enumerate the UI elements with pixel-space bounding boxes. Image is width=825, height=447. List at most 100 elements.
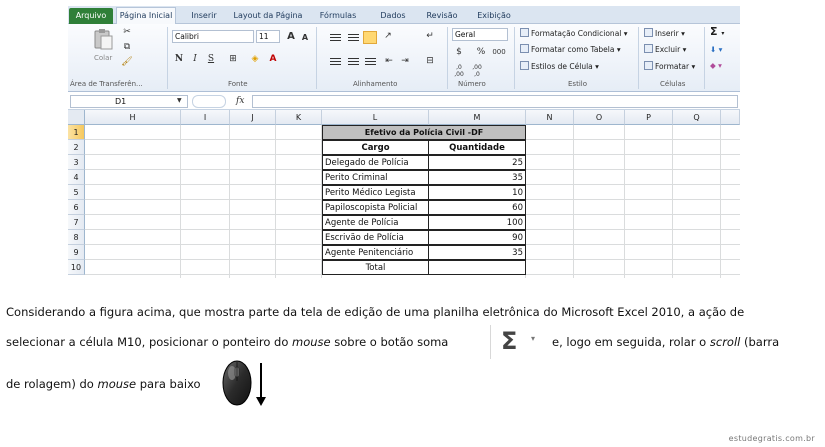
underline-button[interactable]: S xyxy=(204,53,218,66)
table-cell-cargo[interactable]: Escrivão de Polícia xyxy=(322,230,429,245)
currency-button[interactable]: $ xyxy=(452,46,466,59)
chevron-down-icon[interactable]: ▼ xyxy=(177,96,182,106)
column-header-i[interactable]: I xyxy=(181,110,230,125)
align-right-icon[interactable] xyxy=(365,58,376,67)
formula-bar-expander[interactable] xyxy=(192,95,226,108)
format-cells-label: Formatar xyxy=(655,62,690,71)
tab-formulas[interactable]: Fórmulas xyxy=(314,9,362,24)
column-header-l[interactable]: L xyxy=(322,110,429,125)
tab-dados[interactable]: Dados xyxy=(373,9,413,24)
tab-layout-da-pagina[interactable]: Layout da Página xyxy=(230,9,306,24)
group-divider xyxy=(316,27,317,89)
format-cells-button[interactable]: Formatar ▾ xyxy=(644,61,695,73)
bold-button[interactable]: N xyxy=(172,53,186,66)
cell-styles-button[interactable]: Estilos de Célula ▾ xyxy=(520,61,599,73)
row-header-3[interactable]: 3 xyxy=(68,155,85,170)
table-cell-quantidade[interactable]: 25 xyxy=(428,155,526,170)
table-cell-total-value[interactable] xyxy=(428,260,526,275)
fill-color-icon[interactable]: ◈ xyxy=(248,53,262,66)
font-size-select[interactable]: 11 xyxy=(256,30,280,43)
orientation-icon[interactable]: ↗ xyxy=(381,30,395,43)
increase-indent-icon[interactable]: ⇥ xyxy=(398,55,412,68)
table-cell-quantidade[interactable]: 35 xyxy=(428,170,526,185)
table-cell-cargo[interactable]: Delegado de Polícia xyxy=(322,155,429,170)
column-header-k[interactable]: K xyxy=(276,110,322,125)
format-as-table-button[interactable]: Formatar como Tabela ▾ xyxy=(520,44,621,56)
column-header-n[interactable]: N xyxy=(526,110,574,125)
tab-inserir[interactable]: Inserir xyxy=(184,9,224,24)
row-header-2[interactable]: 2 xyxy=(68,140,85,155)
row-header-8[interactable]: 8 xyxy=(68,230,85,245)
delete-cells-button[interactable]: Excluir ▾ xyxy=(644,44,686,56)
align-bottom-icon[interactable] xyxy=(363,31,377,44)
fill-icon[interactable]: ⬇ ▾ xyxy=(710,44,722,56)
column-header-q[interactable]: Q xyxy=(673,110,721,125)
name-box[interactable]: D1 xyxy=(70,95,188,108)
column-header-h[interactable]: H xyxy=(85,110,181,125)
decrease-decimal-button[interactable]: ,00 ,0 xyxy=(470,64,484,78)
insert-cells-button[interactable]: Inserir ▾ xyxy=(644,28,685,40)
align-left-icon[interactable] xyxy=(330,58,341,67)
row-header-1[interactable]: 1 xyxy=(68,125,85,140)
number-format-select[interactable]: Geral xyxy=(452,28,508,41)
tab-pagina-inicial[interactable]: Página Inicial xyxy=(116,7,176,25)
column-header-m[interactable]: M xyxy=(429,110,526,125)
copy-icon[interactable]: ⧉ xyxy=(120,41,134,54)
row-header-4[interactable]: 4 xyxy=(68,170,85,185)
grow-font-button[interactable]: A xyxy=(284,30,298,43)
table-cell-quantidade[interactable]: 60 xyxy=(428,200,526,215)
font-name-select[interactable]: Calibri xyxy=(172,30,254,43)
thousands-button[interactable]: 000 xyxy=(492,46,506,59)
column-header-o[interactable]: O xyxy=(574,110,625,125)
table-header-cargo[interactable]: Cargo xyxy=(322,140,429,155)
autosum-button[interactable]: Σ ▾ xyxy=(710,26,724,40)
table-cell-cargo[interactable]: Perito Criminal xyxy=(322,170,429,185)
table-cell-quantidade[interactable]: 10 xyxy=(428,185,526,200)
mouse-scroll-down-icon xyxy=(219,359,271,409)
align-middle-icon[interactable] xyxy=(348,34,359,43)
merge-center-icon[interactable]: ⊟ xyxy=(423,55,437,68)
table-cell-quantidade[interactable]: 100 xyxy=(428,215,526,230)
row-header-5[interactable]: 5 xyxy=(68,185,85,200)
wrap-text-icon[interactable]: ↵ xyxy=(423,30,437,43)
table-cell-cargo[interactable]: Agente Penitenciário xyxy=(322,245,429,260)
percent-button[interactable]: % xyxy=(474,46,488,59)
borders-icon[interactable]: ⊞ xyxy=(226,53,240,66)
grid-line xyxy=(672,125,673,278)
table-cell-quantidade[interactable]: 90 xyxy=(428,230,526,245)
paste-icon[interactable] xyxy=(92,28,114,50)
clear-icon[interactable]: ◆ ▾ xyxy=(710,60,722,72)
italic-button[interactable]: I xyxy=(188,53,202,66)
row-header-9[interactable]: 9 xyxy=(68,245,85,260)
row-header-10[interactable]: 10 xyxy=(68,260,85,275)
align-top-icon[interactable] xyxy=(330,34,341,43)
formula-input[interactable] xyxy=(252,95,738,108)
conditional-formatting-button[interactable]: Formatação Condicional ▾ xyxy=(520,28,628,40)
row-header-7[interactable]: 7 xyxy=(68,215,85,230)
cut-icon[interactable]: ✂ xyxy=(120,26,134,39)
table-cell-cargo[interactable]: Agente de Polícia xyxy=(322,215,429,230)
align-center-icon[interactable] xyxy=(348,58,359,67)
conditional-formatting-icon xyxy=(520,28,529,37)
table-header-quantidade[interactable]: Quantidade xyxy=(428,140,526,155)
table-cell-cargo[interactable]: Perito Médico Legista xyxy=(322,185,429,200)
increase-decimal-button[interactable]: ,0 ,00 xyxy=(452,64,466,78)
format-painter-icon[interactable]: 🖌 xyxy=(120,56,134,69)
file-tab[interactable]: Arquivo xyxy=(69,8,113,24)
decrease-indent-icon[interactable]: ⇤ xyxy=(382,55,396,68)
font-color-icon[interactable]: A xyxy=(266,53,280,66)
insert-function-icon[interactable]: fx xyxy=(236,95,244,108)
table-cell-cargo[interactable]: Papiloscopista Policial xyxy=(322,200,429,215)
table-cell-total-label[interactable]: Total xyxy=(322,260,429,275)
tab-exibicao[interactable]: Exibição xyxy=(470,9,518,24)
paste-label[interactable]: Colar xyxy=(94,52,112,64)
table-cell-quantidade[interactable]: 35 xyxy=(428,245,526,260)
shrink-font-button[interactable]: A xyxy=(298,31,312,44)
column-header-p[interactable]: P xyxy=(625,110,673,125)
column-header-j[interactable]: J xyxy=(230,110,276,125)
column-header-r[interactable] xyxy=(721,110,740,125)
table-title-cell[interactable]: Efetivo da Polícia Civil -DF xyxy=(322,125,526,140)
row-header-6[interactable]: 6 xyxy=(68,200,85,215)
tab-revisao[interactable]: Revisão xyxy=(420,9,464,24)
select-all-corner[interactable] xyxy=(68,110,85,125)
